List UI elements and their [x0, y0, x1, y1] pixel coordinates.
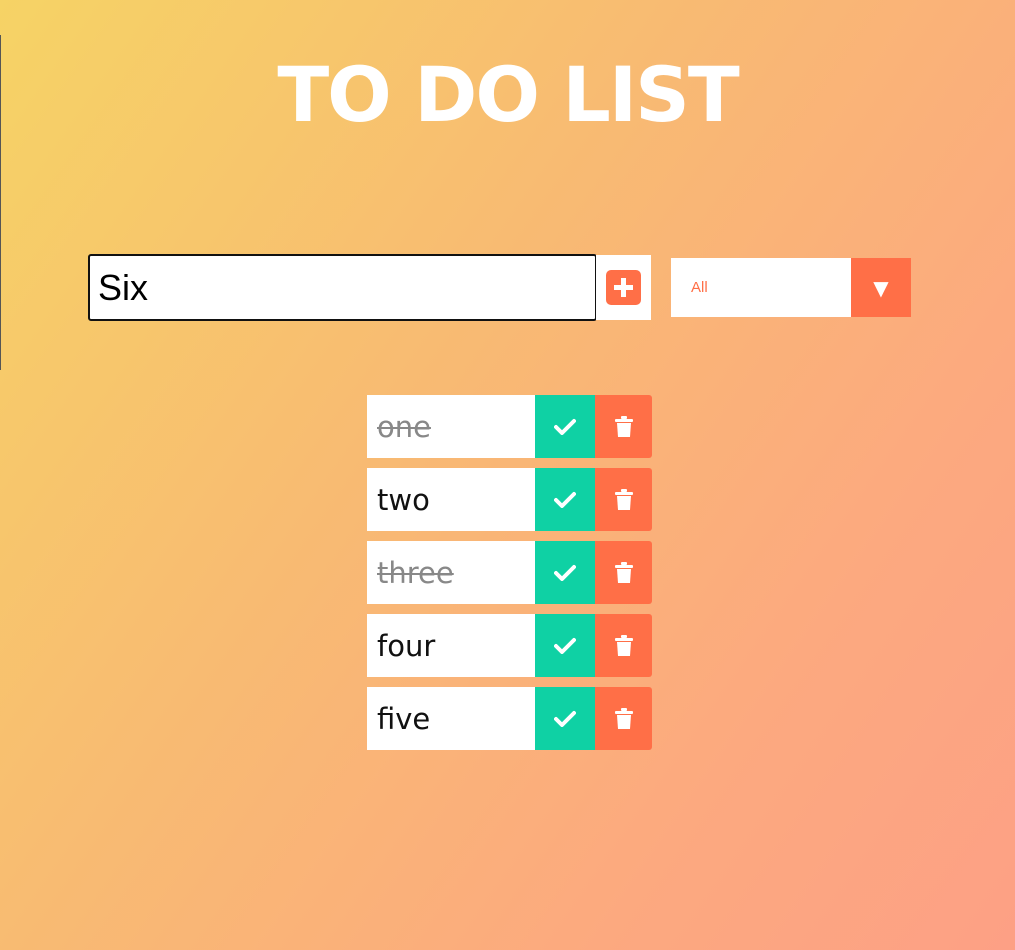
trash-icon — [614, 634, 633, 656]
todo-item: two — [367, 468, 653, 531]
trash-icon — [614, 488, 633, 510]
todo-item: one — [367, 395, 653, 458]
check-icon — [554, 492, 576, 508]
check-icon — [554, 638, 576, 654]
complete-button[interactable] — [535, 687, 595, 750]
todo-label: three — [367, 541, 535, 604]
delete-button[interactable] — [595, 468, 652, 531]
todo-item: five — [367, 687, 653, 750]
trash-icon — [614, 707, 633, 729]
complete-button[interactable] — [535, 395, 595, 458]
trash-icon — [614, 415, 633, 437]
todo-label: two — [367, 468, 535, 531]
delete-button[interactable] — [595, 541, 652, 604]
todo-item: four — [367, 614, 653, 677]
complete-button[interactable] — [535, 614, 595, 677]
filter-selected-value: All — [691, 279, 708, 296]
todo-label: five — [367, 687, 535, 750]
check-icon — [554, 711, 576, 727]
trash-icon — [614, 561, 633, 583]
todo-list: one two three four five — [367, 395, 653, 760]
check-icon — [554, 565, 576, 581]
delete-button[interactable] — [595, 687, 652, 750]
todo-label: one — [367, 395, 535, 458]
plus-square-icon — [606, 270, 641, 305]
complete-button[interactable] — [535, 541, 595, 604]
todo-item: three — [367, 541, 653, 604]
add-todo-button[interactable] — [596, 255, 651, 320]
chevron-down-icon[interactable]: ▼ — [851, 258, 911, 317]
todo-input[interactable] — [88, 254, 597, 321]
todo-label: four — [367, 614, 535, 677]
delete-button[interactable] — [595, 395, 652, 458]
complete-button[interactable] — [535, 468, 595, 531]
delete-button[interactable] — [595, 614, 652, 677]
page-title: TO DO LIST — [277, 50, 739, 139]
filter-select[interactable]: All ▼ — [671, 258, 911, 317]
check-icon — [554, 419, 576, 435]
